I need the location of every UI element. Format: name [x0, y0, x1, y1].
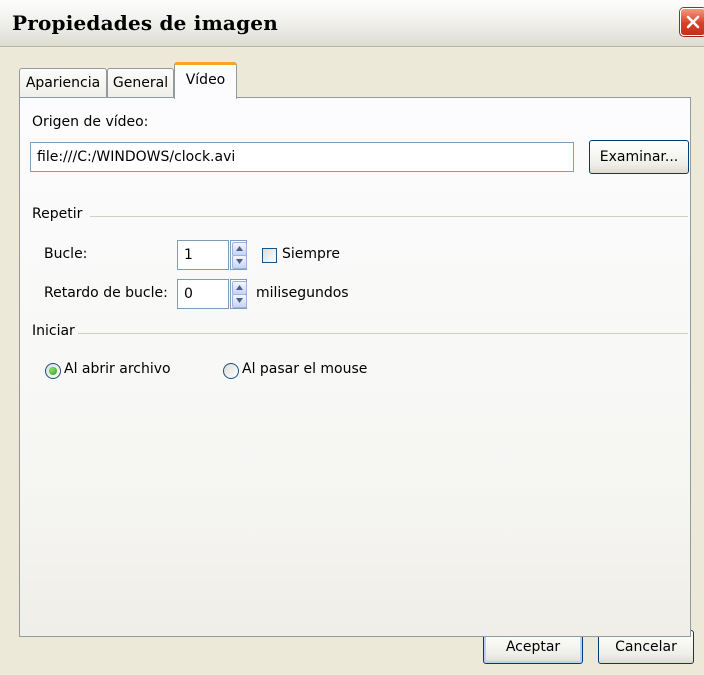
start-on-hover-radio[interactable]: [223, 363, 239, 379]
start-group-divider: [78, 333, 688, 334]
loop-count-stepper[interactable]: [230, 240, 247, 270]
start-group-label: Iniciar: [32, 323, 75, 339]
browse-button[interactable]: Examinar...: [589, 140, 689, 174]
repeat-group-divider: [90, 216, 688, 217]
tab-apariencia[interactable]: Apariencia: [19, 68, 107, 98]
arrow-up-icon: [236, 246, 243, 251]
loop-count-increment[interactable]: [232, 242, 247, 256]
loop-delay-label: Retardo de bucle:: [44, 285, 168, 301]
loop-delay-stepper[interactable]: [230, 279, 247, 309]
loop-delay-input[interactable]: 0: [177, 279, 229, 309]
loop-delay-decrement[interactable]: [232, 294, 247, 308]
arrow-down-icon: [236, 259, 243, 264]
radio-selected-dot: [49, 367, 57, 375]
repeat-group-label: Repetir: [32, 206, 83, 222]
loop-label: Bucle:: [44, 246, 88, 262]
loop-delay-unit: milisegundos: [256, 285, 349, 301]
always-checkbox[interactable]: [262, 248, 277, 263]
always-label: Siempre: [282, 246, 340, 262]
start-on-open-radio[interactable]: [45, 363, 61, 379]
title-bar[interactable]: Propiedades de imagen: [0, 0, 704, 47]
tab-video[interactable]: Vídeo: [174, 62, 237, 99]
arrow-down-icon: [236, 298, 243, 303]
loop-delay-increment[interactable]: [232, 281, 247, 295]
arrow-up-icon: [236, 285, 243, 290]
video-source-label: Origen de vídeo:: [32, 114, 149, 130]
video-source-input[interactable]: file:///C:/WINDOWS/clock.avi: [30, 142, 574, 172]
start-on-hover-label: Al pasar el mouse: [242, 361, 368, 377]
start-on-open-label: Al abrir archivo: [64, 361, 171, 377]
tab-general[interactable]: General: [107, 68, 174, 98]
close-icon: [686, 15, 700, 29]
window-title: Propiedades de imagen: [12, 11, 278, 35]
tab-panel-video: Origen de vídeo: file:///C:/WINDOWS/cloc…: [19, 97, 691, 637]
image-properties-dialog: Propiedades de imagen Apariencia General…: [0, 0, 704, 675]
loop-count-input[interactable]: 1: [177, 240, 229, 270]
close-button[interactable]: [680, 8, 704, 36]
loop-count-decrement[interactable]: [232, 255, 247, 269]
